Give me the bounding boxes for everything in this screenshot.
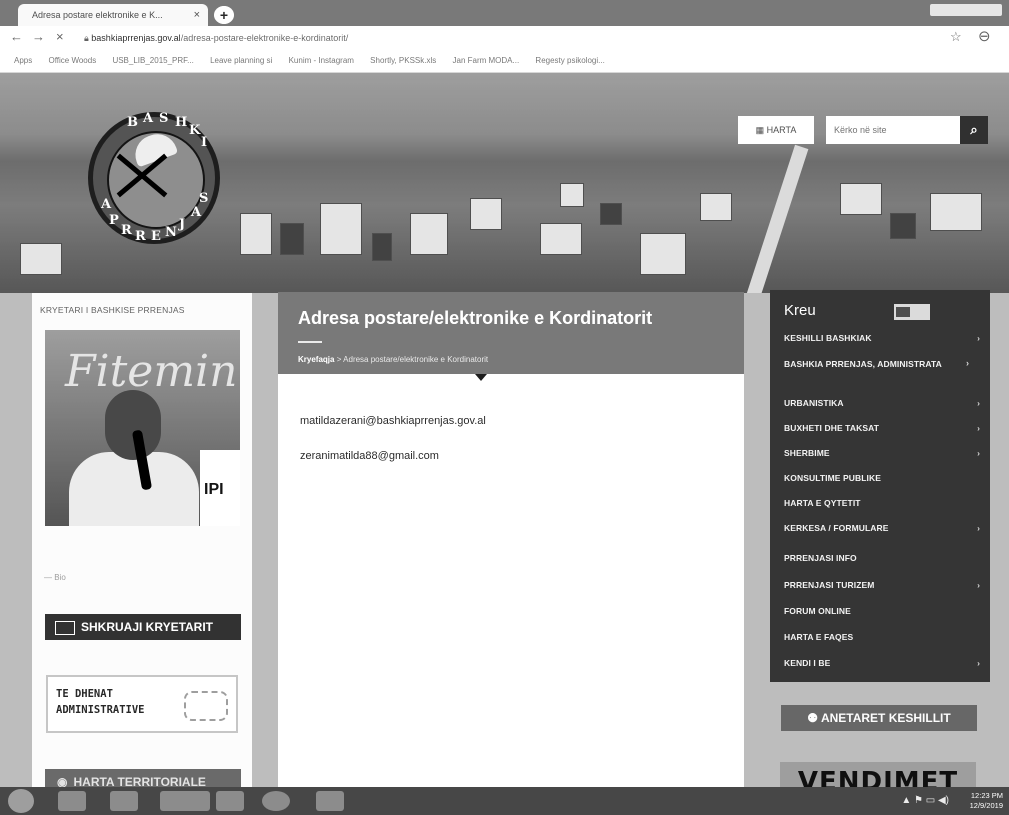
map-icon: ▦	[755, 125, 767, 135]
email-official[interactable]: matildazerani@bashkiaprrenjas.gov.al	[300, 415, 486, 427]
address-bar[interactable]: 🔒︎ bashkiaprrenjas.gov.al/adresa-postare…	[84, 29, 934, 47]
mayor-photo[interactable]: Fitemin IPI	[45, 330, 240, 526]
map-button[interactable]: ▦ HARTA	[738, 116, 814, 144]
write-mayor-button[interactable]: SHKRUAJI KRYETARIT	[45, 614, 241, 640]
mayor-heading: KRYETARI I BASHKISE PRRENJAS	[40, 305, 185, 315]
bookmark-item[interactable]: Office Woods	[48, 56, 96, 65]
administrative-data-button[interactable]: TE DHENAT ADMINISTRATIVE	[46, 675, 238, 733]
title-underline	[298, 341, 322, 343]
search-icon[interactable]: ⌕	[960, 116, 988, 144]
window-controls[interactable]	[930, 4, 1002, 16]
file-explorer-icon[interactable]	[216, 791, 244, 811]
url-path: /adresa-postare-elektronike-e-kordinator…	[180, 33, 349, 43]
menu-item[interactable]: KENDI I BE ›	[784, 658, 980, 668]
email-personal[interactable]: zeranimatilda88@gmail.com	[300, 450, 439, 462]
envelope-icon	[55, 620, 75, 635]
menu-item[interactable]: BASHKIA PRRENJAS, ADMINISTRATA	[784, 358, 944, 370]
title-banner: Adresa postare/elektronike e Kordinatori…	[278, 292, 744, 374]
breadcrumb-current: Adresa postare/elektronike e Kordinatori…	[343, 355, 489, 364]
left-sidebar: KRYETARI I BASHKISE PRRENJAS Fitemin IPI…	[32, 293, 252, 815]
menu-item[interactable]: FORUM ONLINE	[784, 606, 980, 616]
menu-item[interactable]: PRRENJASI TURIZEM ›	[784, 580, 980, 590]
tab-close-icon[interactable]: ×	[194, 4, 200, 26]
bookmark-item[interactable]: Apps	[14, 56, 32, 65]
url-host: bashkiaprrenjas.gov.al	[91, 33, 181, 43]
page-title: Adresa postare/elektronike e Kordinatori…	[298, 308, 653, 328]
menu-item[interactable]: KONSULTIME PUBLIKE	[784, 473, 980, 483]
bookmarks-bar: Apps Office Woods USB_LIB_2015_PRF... Le…	[0, 50, 1009, 73]
account-icon[interactable]: ⊖	[978, 27, 991, 45]
breadcrumb-home-link[interactable]: Kryefaqja	[298, 355, 334, 364]
menu-item[interactable]: URBANISTIKA ›	[784, 398, 980, 408]
media-player-icon[interactable]	[110, 791, 138, 811]
clock[interactable]: 12:23 PM 12/9/2019	[970, 791, 1003, 811]
word-icon[interactable]	[316, 791, 344, 811]
menu-item[interactable]: SHERBIME ›	[784, 448, 980, 458]
menu-item[interactable]: BUXHETI DHE TAKSAT ›	[784, 423, 980, 433]
bookmark-item[interactable]: Jan Farm MODA...	[453, 56, 520, 65]
photo-script-text: Fitemin	[65, 346, 238, 397]
bookmark-item[interactable]: Kunim - Instagram	[289, 56, 354, 65]
bio-link[interactable]: — Bio	[44, 573, 66, 582]
breadcrumb: Kryefaqja > Adresa postare/elektronike e…	[298, 355, 489, 364]
bookmark-item[interactable]: Leave planning si	[210, 56, 272, 65]
windows-taskbar: ▲ ⚑ ▭ ◀) 12:23 PM 12/9/2019	[0, 787, 1009, 815]
chevron-right-icon: ›	[966, 358, 969, 368]
ie-icon[interactable]	[58, 791, 86, 811]
outlook-icon[interactable]	[160, 791, 210, 811]
map-outline-icon	[184, 691, 228, 721]
bookmark-item[interactable]: Regesty psikologi...	[535, 56, 604, 65]
menu-item[interactable]: KERKESA / FORMULARE ›	[784, 523, 980, 533]
site-search-input[interactable]	[826, 116, 960, 144]
browser-tab[interactable]: Adresa postare elektronike e K... ×	[18, 4, 208, 26]
bookmark-item[interactable]: Shortly, PKSSk.xls	[370, 56, 436, 65]
people-icon: ⚉	[807, 711, 821, 725]
language-flag-icon[interactable]	[894, 304, 930, 320]
municipality-logo[interactable]: B A S H K I A P R R E N J A S	[88, 111, 220, 244]
bookmark-star-icon[interactable]: ☆	[950, 29, 962, 45]
menu-item[interactable]: HARTA E FAQES	[784, 632, 980, 642]
bookmark-item[interactable]: USB_LIB_2015_PRF...	[112, 56, 193, 65]
title-pointer	[475, 374, 487, 381]
main-content: Adresa postare/elektronike e Kordinatori…	[278, 292, 744, 815]
start-button-icon[interactable]	[8, 789, 34, 813]
reload-icon[interactable]: ×	[56, 29, 64, 44]
menu-home-link[interactable]: Kreu	[784, 302, 816, 319]
new-tab-button[interactable]: +	[214, 6, 234, 24]
menu-item[interactable]: HARTA E QYTETIT	[784, 498, 980, 508]
photo-side-text: IPI	[200, 450, 240, 526]
menu-item[interactable]: KESHILLI BASHKIAK ›	[784, 333, 980, 343]
forward-arrow-icon[interactable]: →	[32, 29, 45, 44]
chrome-icon[interactable]	[262, 791, 290, 811]
council-members-button[interactable]: ⚉ ANETARET KESHILLIT	[781, 705, 977, 731]
menu-item[interactable]: PRRENJASI INFO	[784, 553, 980, 563]
back-arrow-icon[interactable]: ←	[10, 29, 23, 44]
system-tray[interactable]: ▲ ⚑ ▭ ◀)	[901, 795, 949, 806]
tab-title: Adresa postare elektronike e K...	[32, 10, 163, 20]
main-menu: Kreu KESHILLI BASHKIAK › BASHKIA PRRENJAS…	[770, 290, 990, 682]
browser-toolbar: ← → × 🔒︎ bashkiaprrenjas.gov.al/adresa-p…	[0, 26, 1009, 50]
